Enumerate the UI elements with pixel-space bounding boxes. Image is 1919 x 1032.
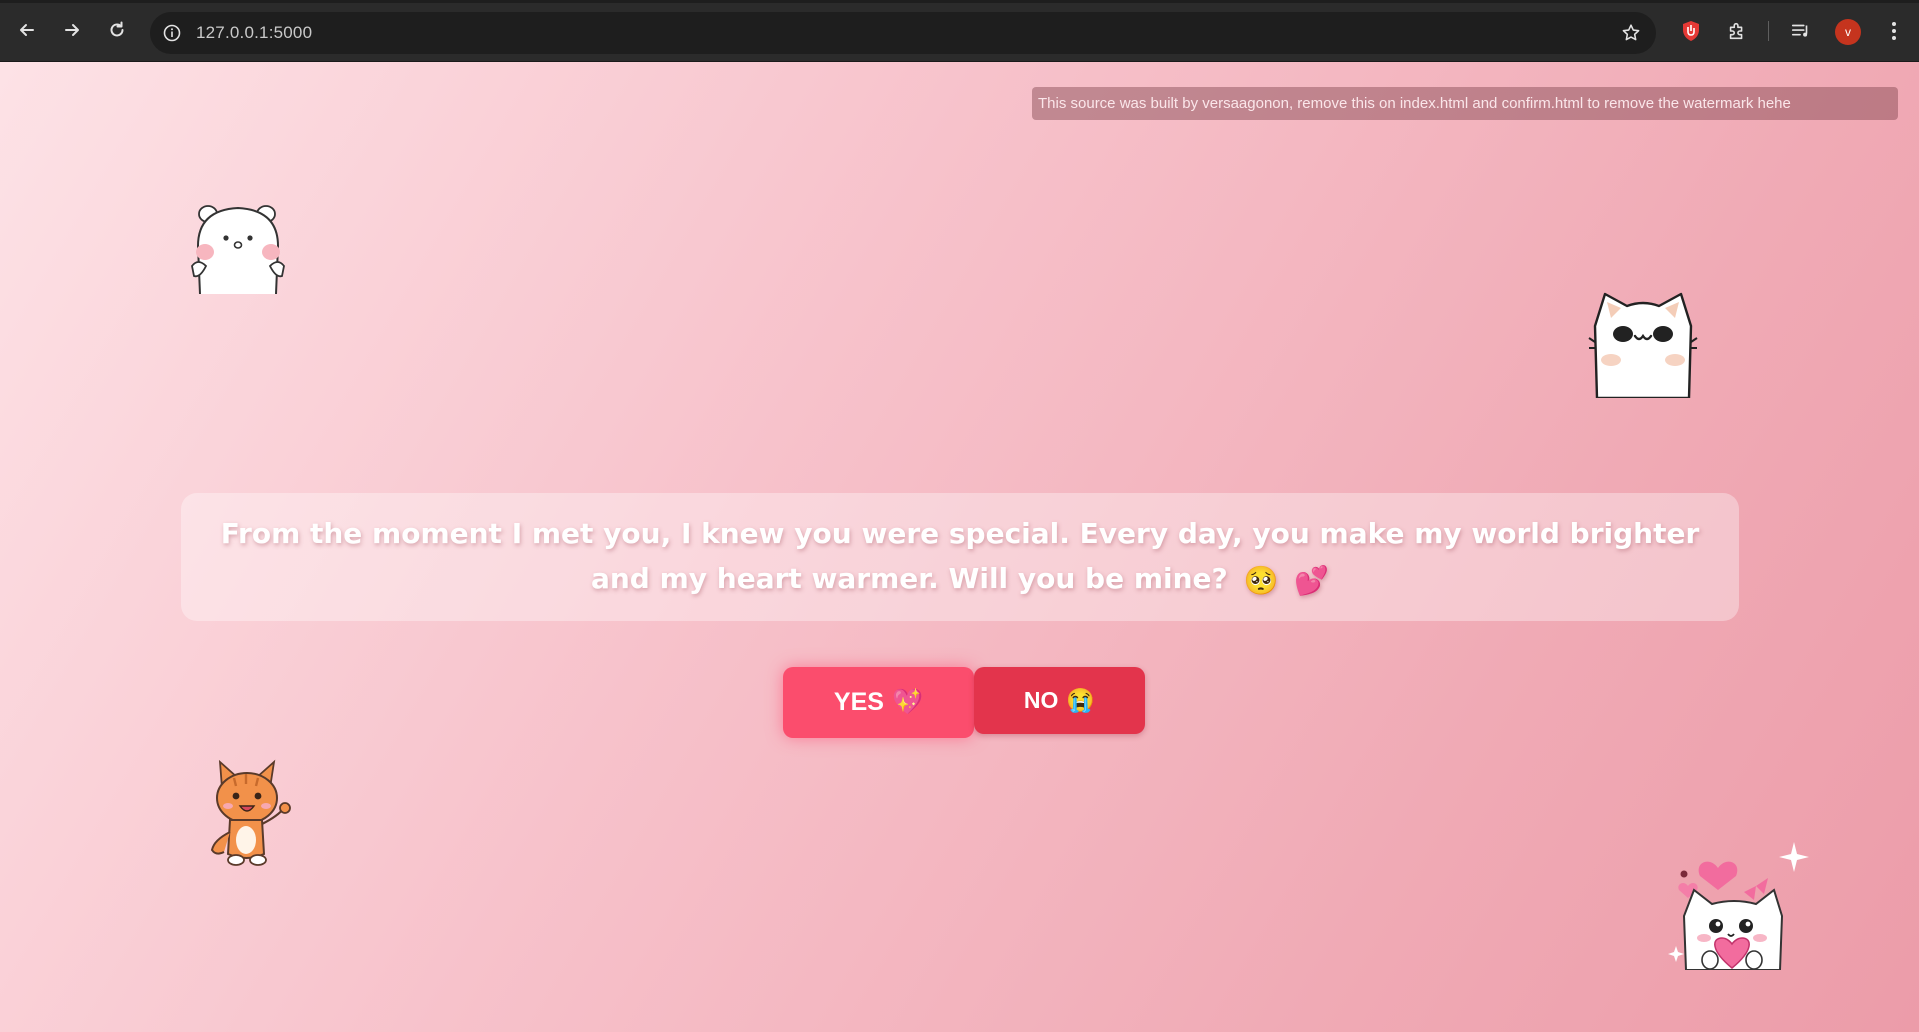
tab-strip (0, 0, 1919, 3)
url-text[interactable]: 127.0.0.1:5000 (196, 23, 312, 43)
toolbar-separator (1768, 21, 1769, 41)
kebab-menu-icon[interactable] (1880, 17, 1908, 45)
reload-icon[interactable] (102, 15, 132, 45)
heart-cat-sticker (1668, 842, 1809, 970)
pleading-face-emoji: 🥺 (1243, 563, 1279, 597)
love-message-card: From the moment I met you, I knew you we… (181, 493, 1739, 621)
media-controls-icon[interactable] (1787, 17, 1815, 45)
no-button[interactable]: NO 😭 (974, 667, 1145, 734)
extension-red-icon[interactable] (1677, 17, 1705, 45)
page-viewport: This source was built by versaagonon, re… (0, 62, 1919, 1032)
crying-face-emoji: 😭 (1066, 687, 1096, 713)
yes-button-label: YES (833, 688, 884, 716)
profile-avatar[interactable]: v (1835, 19, 1861, 45)
bookmark-star-icon[interactable] (1620, 22, 1642, 44)
orange-cat-sticker (210, 759, 291, 866)
watermark-banner: This source was built by versaagonon, re… (1032, 87, 1898, 120)
sparkling-heart-emoji: 💖 (891, 688, 924, 716)
yes-button[interactable]: YES 💖 (783, 667, 974, 738)
forward-arrow-icon[interactable] (57, 15, 87, 45)
love-message-text: From the moment I met you, I knew you we… (220, 517, 1700, 596)
puzzle-extensions-icon[interactable] (1723, 17, 1751, 45)
white-cat-sticker (1588, 292, 1698, 398)
no-button-label: NO (1023, 687, 1059, 713)
browser-toolbar: 127.0.0.1:5000 v (0, 0, 1919, 62)
address-bar[interactable]: 127.0.0.1:5000 (150, 12, 1656, 54)
love-message: From the moment I met you, I knew you we… (217, 511, 1703, 603)
back-arrow-icon[interactable] (12, 15, 42, 45)
site-info-icon[interactable] (162, 23, 182, 43)
white-bear-sticker (191, 205, 285, 295)
two-hearts-emoji: 💕 (1294, 563, 1330, 597)
